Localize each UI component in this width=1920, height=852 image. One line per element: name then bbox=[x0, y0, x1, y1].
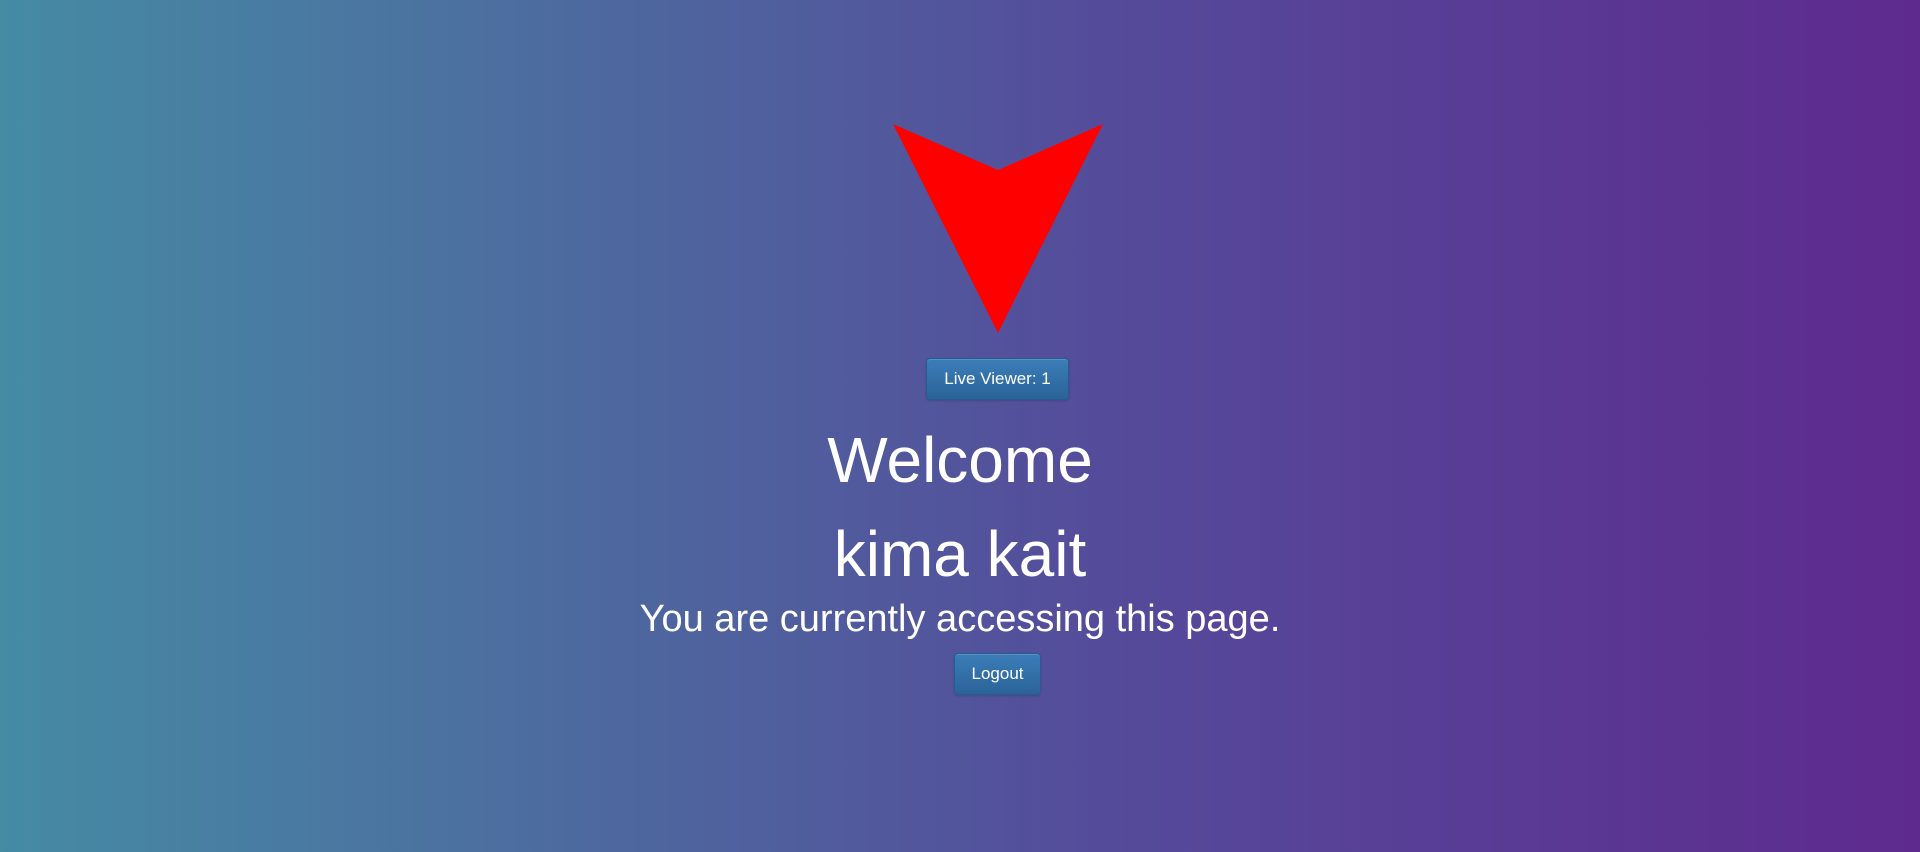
access-message: You are currently accessing this page. bbox=[639, 598, 1281, 640]
arrow-shape bbox=[893, 124, 1103, 333]
welcome-heading: Welcome bbox=[827, 424, 1093, 496]
logout-button[interactable]: Logout bbox=[954, 653, 1041, 695]
page-container: Live Viewer: 1 Welcome kima kait You are… bbox=[0, 0, 1920, 852]
down-arrow-icon bbox=[893, 124, 1103, 333]
username-heading: kima kait bbox=[833, 518, 1087, 590]
live-viewer-button[interactable]: Live Viewer: 1 bbox=[926, 358, 1069, 400]
